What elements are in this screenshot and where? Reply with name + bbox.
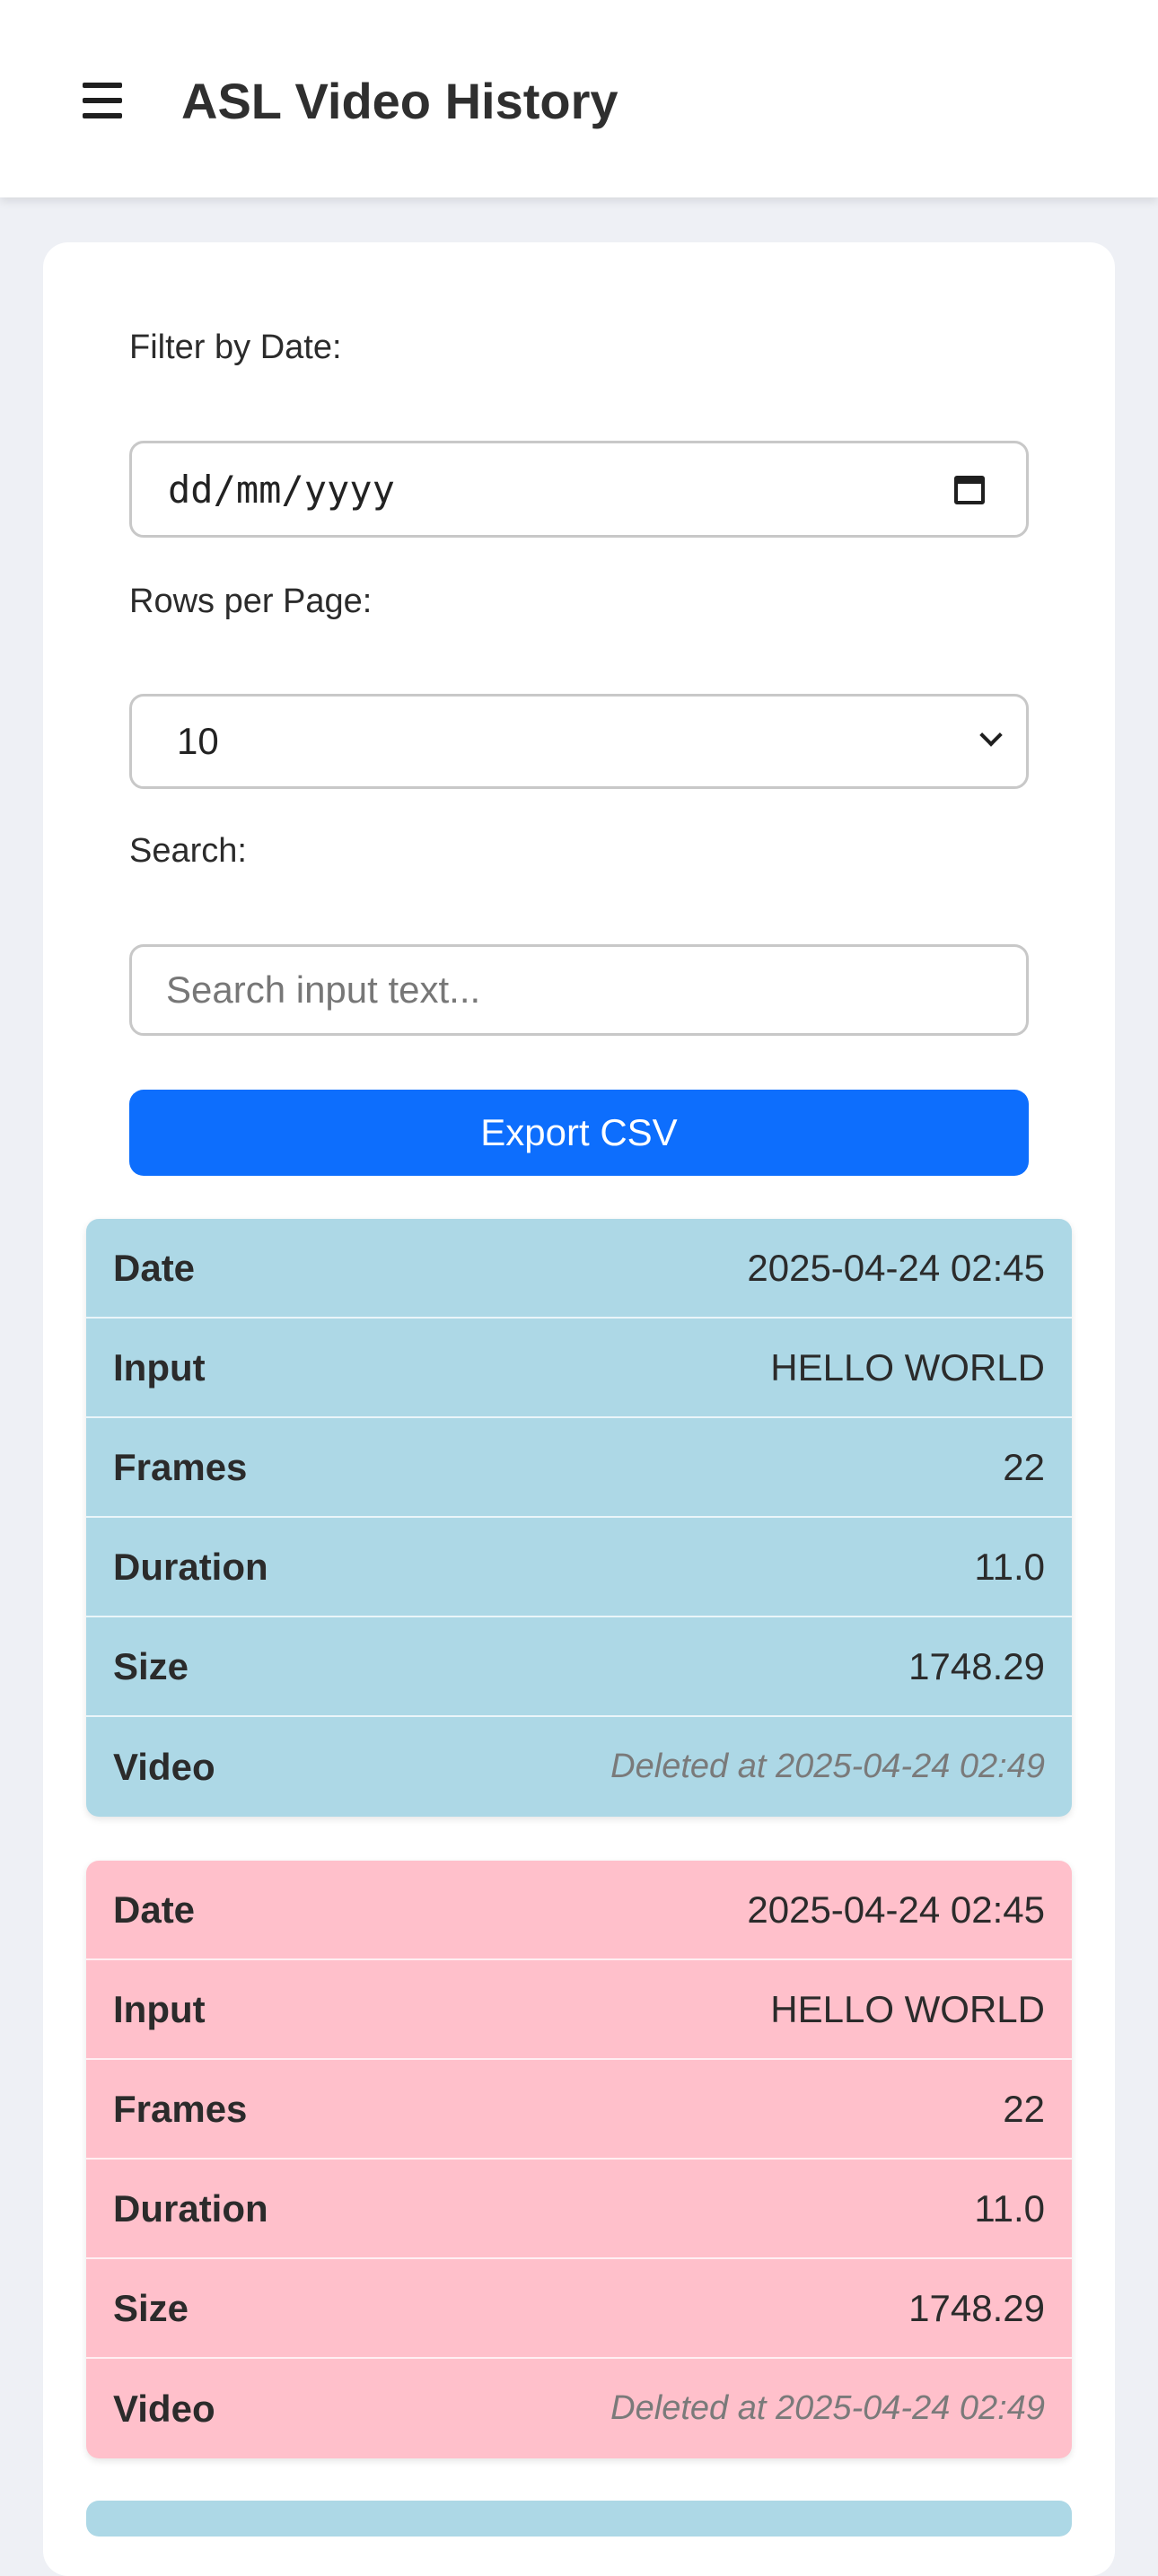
page-title: ASL Video History (181, 73, 618, 129)
record-row-date: Date 2025-04-24 02:45 (86, 1219, 1072, 1319)
record-field-value: 2025-04-24 02:45 (747, 1246, 1045, 1289)
date-filter-label: Filter by Date: (129, 329, 342, 366)
record-field-value: 1748.29 (908, 1644, 1045, 1687)
record-field-value: 11.0 (974, 1545, 1045, 1588)
app-header: ASL Video History (0, 0, 1158, 197)
record-row-input: Input HELLO WORLD (86, 1960, 1072, 2060)
record-row-video: Video Deleted at 2025-04-24 02:49 (86, 2359, 1072, 2458)
date-filter-placeholder: dd/mm/yyyy (168, 467, 395, 512)
record-row-frames: Frames 22 (86, 2060, 1072, 2160)
record-row-duration: Duration 11.0 (86, 2160, 1072, 2259)
record-row-duration: Duration 11.0 (86, 1518, 1072, 1617)
record-field-label: Date (113, 1246, 196, 1289)
date-filter-input[interactable]: dd/mm/yyyy (129, 441, 1029, 538)
video-deleted-status: Deleted at 2025-04-24 02:49 (610, 1748, 1045, 1785)
record-row-frames: Frames 22 (86, 1418, 1072, 1518)
record-field-label: Video (113, 2387, 215, 2430)
rows-per-page-value: 10 (177, 720, 219, 762)
export-csv-button[interactable]: Export CSV (129, 1090, 1029, 1176)
record-row-date: Date 2025-04-24 02:45 (86, 1861, 1072, 1960)
search-label: Search: (129, 832, 247, 870)
video-deleted-status: Deleted at 2025-04-24 02:49 (610, 2389, 1045, 2427)
record-field-value: 2025-04-24 02:45 (747, 1888, 1045, 1931)
record-field-label: Date (113, 1888, 196, 1931)
record-field-value: 1748.29 (908, 2286, 1045, 2329)
rows-per-page-select[interactable]: 10 (129, 694, 1029, 789)
record-field-label: Input (113, 1987, 206, 2030)
record-field-value: HELLO WORLD (770, 1345, 1045, 1389)
record-field-label: Size (113, 1644, 189, 1687)
record-field-value: 22 (1003, 1445, 1045, 1488)
hamburger-menu-icon[interactable] (79, 83, 126, 118)
record-field-label: Input (113, 1345, 206, 1389)
record-row-size: Size 1748.29 (86, 1617, 1072, 1717)
record-field-value: 11.0 (974, 2186, 1045, 2230)
record-row-size: Size 1748.29 (86, 2259, 1072, 2359)
record-card: Date 2025-04-24 02:45 Input HELLO WORLD … (86, 1861, 1072, 2458)
record-row-video: Video Deleted at 2025-04-24 02:49 (86, 1717, 1072, 1817)
record-row-input: Input HELLO WORLD (86, 1319, 1072, 1418)
record-field-label: Duration (113, 1545, 268, 1588)
record-field-label: Video (113, 1745, 215, 1788)
chevron-down-icon (979, 723, 1003, 747)
search-input[interactable]: Search input text... (129, 944, 1029, 1036)
record-card: Date 2025-04-24 02:45 Input HELLO WORLD … (86, 1219, 1072, 1817)
record-field-label: Frames (113, 2087, 248, 2130)
rows-per-page-label: Rows per Page: (129, 583, 373, 620)
record-field-label: Frames (113, 1445, 248, 1488)
record-field-value: HELLO WORLD (770, 1987, 1045, 2030)
record-field-label: Duration (113, 2186, 268, 2230)
record-field-value: 22 (1003, 2087, 1045, 2130)
record-card-partial (86, 2501, 1072, 2537)
record-field-label: Size (113, 2286, 189, 2329)
search-placeholder: Search input text... (166, 968, 481, 1011)
calendar-icon[interactable] (954, 476, 985, 504)
